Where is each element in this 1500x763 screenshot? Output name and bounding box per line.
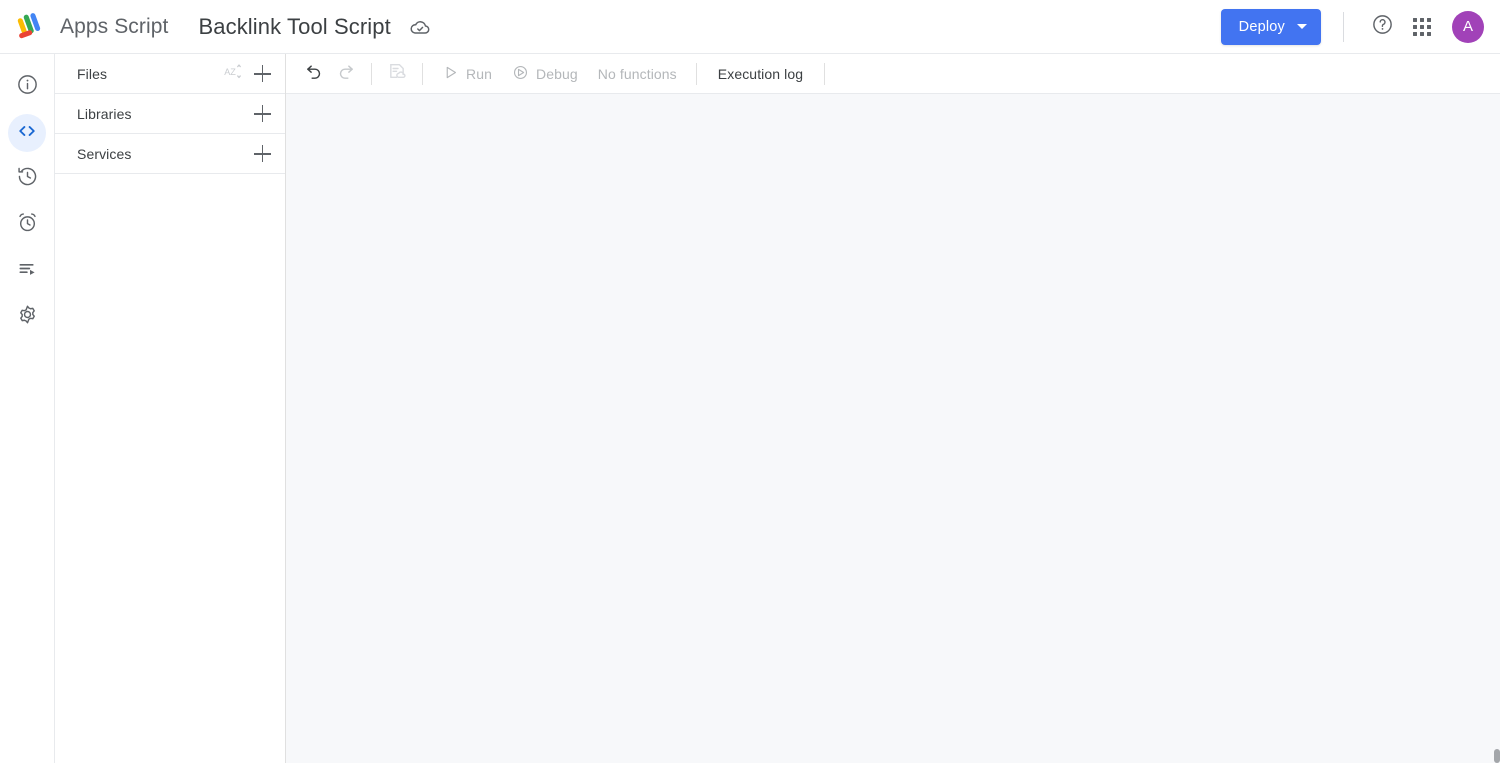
execution-log-button[interactable]: Execution log	[706, 66, 815, 82]
debug-button[interactable]: Debug	[502, 59, 588, 89]
google-apps-button[interactable]	[1402, 7, 1442, 47]
editor-toolbar: Run Debug No functions Execution log	[286, 54, 1500, 94]
svg-text:AZ: AZ	[224, 67, 236, 77]
brand-name: Apps Script	[60, 14, 169, 38]
apps-script-app: Apps Script Backlink Tool Script Deploy	[0, 0, 1500, 763]
play-triangle-icon	[442, 64, 459, 84]
app-body: Files AZ Libraries Services Run Debug No…	[0, 54, 1500, 763]
list-play-icon	[16, 257, 39, 285]
save-to-cloud-icon	[387, 61, 407, 86]
plus-icon	[253, 105, 271, 122]
function-selector[interactable]: No functions	[588, 66, 687, 82]
toolbar-divider	[422, 62, 423, 85]
code-brackets-icon	[16, 120, 38, 147]
left-nav-rail	[0, 54, 55, 763]
add-service-button[interactable]	[247, 139, 277, 169]
toolbar-divider	[371, 62, 372, 85]
sort-az-button[interactable]: AZ	[217, 59, 247, 89]
sidebar-item-editor[interactable]	[8, 114, 46, 152]
add-file-button[interactable]	[247, 59, 277, 89]
plus-icon	[253, 65, 271, 82]
info-circle-icon	[16, 73, 39, 101]
debug-button-label: Debug	[535, 65, 578, 82]
app-header: Apps Script Backlink Tool Script Deploy	[0, 0, 1500, 54]
sort-az-icon: AZ	[223, 62, 242, 86]
brand-home-link[interactable]: Apps Script	[14, 12, 168, 42]
apps-script-logo	[16, 12, 50, 42]
run-button-label: Run	[466, 65, 492, 82]
sidebar-item-overview[interactable]	[8, 68, 46, 106]
help-circle-icon	[1371, 13, 1394, 41]
header-divider	[1343, 11, 1344, 42]
run-button[interactable]: Run	[432, 59, 502, 89]
sidebar-item-project-settings[interactable]	[8, 298, 46, 336]
plus-icon	[253, 145, 271, 162]
avatar-initial: A	[1462, 18, 1473, 35]
redo-arrow-icon	[336, 61, 356, 86]
libraries-section-header: Libraries	[55, 94, 285, 134]
history-clock-icon	[16, 165, 39, 193]
sidebar-item-project-history[interactable]	[8, 252, 46, 290]
add-library-button[interactable]	[247, 99, 277, 129]
redo-button[interactable]	[330, 58, 362, 90]
libraries-section-label: Libraries	[77, 105, 132, 122]
files-section-label: Files	[77, 65, 108, 82]
deploy-button-label: Deploy	[1238, 18, 1285, 35]
services-section-header: Services	[55, 134, 285, 174]
save-project-button[interactable]	[381, 58, 413, 90]
code-editor-canvas[interactable]	[286, 94, 1500, 763]
files-panel: Files AZ Libraries Services	[55, 54, 286, 763]
avatar[interactable]: A	[1452, 10, 1484, 43]
editor-area: Run Debug No functions Execution log	[286, 54, 1500, 763]
deploy-button[interactable]: Deploy	[1220, 8, 1321, 45]
apps-grid-icon	[1413, 17, 1431, 36]
files-empty-area	[55, 174, 285, 763]
services-section-label: Services	[77, 145, 132, 162]
files-section-header: Files AZ	[55, 54, 285, 94]
project-title[interactable]: Backlink Tool Script	[198, 14, 390, 40]
help-button[interactable]	[1362, 7, 1402, 47]
undo-arrow-icon	[304, 61, 324, 86]
sidebar-item-executions[interactable]	[8, 160, 46, 198]
toolbar-divider	[695, 62, 697, 85]
sidebar-item-triggers[interactable]	[8, 206, 46, 244]
chevron-down-icon	[1297, 24, 1307, 29]
vertical-scrollbar-thumb[interactable]	[1494, 749, 1500, 763]
toolbar-divider	[824, 62, 826, 85]
alarm-clock-icon	[16, 211, 39, 239]
undo-button[interactable]	[298, 58, 330, 90]
cloud-check-saved-icon	[409, 16, 431, 38]
debug-bug-icon	[512, 64, 529, 84]
gear-icon	[16, 303, 39, 331]
